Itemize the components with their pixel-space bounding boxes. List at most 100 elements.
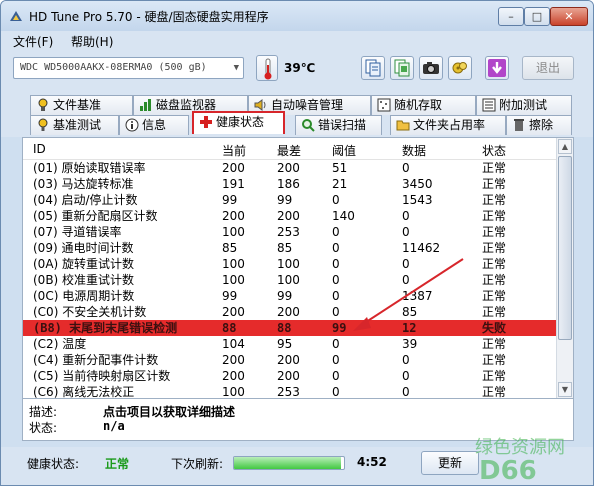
maximize-button[interactable]: □	[524, 7, 550, 26]
drive-select-value: WDC WD5000AAKX-08ERMA0 (500 gB)	[20, 62, 207, 73]
cell-data: 0	[402, 369, 410, 383]
scroll-thumb[interactable]	[558, 156, 572, 340]
col-header-id[interactable]: ID	[33, 142, 46, 156]
random-access-icon	[377, 98, 391, 112]
thermometer-icon	[256, 55, 278, 81]
table-row[interactable]: (07) 寻道错误率 100 253 0 0 正常	[23, 224, 556, 240]
table-row[interactable]: (09) 通电时间计数 85 85 0 11462 正常	[23, 240, 556, 256]
menu-file[interactable]: 文件(F)	[13, 33, 53, 50]
scroll-up-icon[interactable]: ▲	[558, 139, 572, 154]
cell-thr: 99	[332, 321, 347, 335]
tab-extra-tests[interactable]: 附加测试	[476, 95, 572, 115]
smart-table: ID 当前 最差 阈值 数据 状态 (01) 原始读取错误率 200 200 51 0 正…	[22, 137, 574, 399]
tab-label: 附加测试	[499, 98, 548, 112]
cell-thr: 0	[332, 353, 340, 367]
cell-id: (04) 启动/停止计数	[33, 193, 138, 207]
tab-error-scan[interactable]: 错误扫描	[295, 115, 382, 135]
drive-select[interactable]: WDC WD5000AAKX-08ERMA0 (500 gB) ▼	[13, 57, 244, 79]
table-body: (01) 原始读取错误率 200 200 51 0 正常 (03) 马达旋转标准 191 186…	[23, 160, 556, 400]
refresh-progress-fill	[234, 457, 341, 469]
table-row-failed[interactable]: (B8) 末尾到末尾错误检测 88 88 99 12 失败	[23, 320, 556, 336]
tab-info[interactable]: 信息	[119, 115, 189, 135]
window-title: HD Tune Pro 5.70 - 硬盘/固态硬盘实用程序	[29, 10, 269, 24]
cell-worst: 100	[277, 257, 300, 271]
tab-label: 健康状态	[216, 115, 265, 129]
cell-status: 正常	[482, 369, 507, 383]
options-button[interactable]	[448, 56, 472, 80]
screenshot-button[interactable]	[419, 56, 443, 80]
extra-tests-icon	[482, 98, 496, 112]
tab-random-access[interactable]: 随机存取	[371, 95, 476, 115]
col-header-worst[interactable]: 最差	[277, 142, 301, 159]
magnifier-icon	[302, 119, 315, 132]
cell-id: (0A) 旋转重试计数	[33, 257, 135, 271]
table-row[interactable]: (0B) 校准重试计数 100 100 0 0 正常	[23, 272, 556, 288]
copy-screen-button[interactable]	[390, 56, 414, 80]
tab-label: 文件夹占用率	[413, 118, 486, 132]
menu-bar: 文件(F) 帮助(H)	[1, 31, 593, 51]
cell-status: 正常	[482, 305, 507, 319]
close-button[interactable]: ✕	[550, 7, 588, 26]
cell-worst: 99	[277, 193, 293, 207]
save-button[interactable]	[485, 56, 509, 80]
cell-status: 正常	[482, 225, 507, 239]
cell-thr: 0	[332, 369, 340, 383]
table-row[interactable]: (C2) 温度 104 95 0 39 正常	[23, 336, 556, 352]
tab-folder-usage[interactable]: 文件夹占用率	[390, 115, 506, 135]
cell-status: 正常	[482, 209, 507, 223]
cell-data: 0	[402, 353, 410, 367]
minimize-button[interactable]: –	[498, 7, 524, 26]
scroll-down-icon[interactable]: ▼	[558, 382, 572, 397]
health-label: 健康状态:	[27, 457, 80, 471]
tab-benchmark[interactable]: 基准测试	[30, 115, 119, 135]
table-row[interactable]: (01) 原始读取错误率 200 200 51 0 正常	[23, 160, 556, 176]
col-header-threshold[interactable]: 阈值	[332, 142, 356, 159]
table-row[interactable]: (0A) 旋转重试计数 100 100 0 0 正常	[23, 256, 556, 272]
exit-button[interactable]: 退出	[522, 56, 574, 80]
title-bar: HD Tune Pro 5.70 - 硬盘/固态硬盘实用程序 – □ ✕	[1, 1, 593, 31]
tab-label: 基准测试	[53, 118, 102, 132]
cell-cur: 200	[222, 209, 245, 223]
cell-cur: 200	[222, 161, 245, 175]
cell-worst: 253	[277, 225, 300, 239]
download-icon	[488, 59, 506, 77]
tab-erase[interactable]: 擦除	[506, 115, 572, 135]
cell-status: 正常	[482, 257, 507, 271]
col-header-data[interactable]: 数据	[402, 142, 426, 159]
table-row[interactable]: (C4) 重新分配事件计数 200 200 0 0 正常	[23, 352, 556, 368]
refresh-progress	[233, 456, 345, 470]
camera-icon	[423, 62, 439, 74]
table-row[interactable]: (0C) 电源周期计数 99 99 0 1387 正常	[23, 288, 556, 304]
col-header-current[interactable]: 当前	[222, 142, 246, 159]
cell-status: 正常	[482, 161, 507, 175]
table-row[interactable]: (03) 马达旋转标准 191 186 21 3450 正常	[23, 176, 556, 192]
tab-file-benchmark[interactable]: 文件基准	[30, 95, 133, 115]
red-cross-icon	[200, 116, 212, 128]
copy-text-button[interactable]	[361, 56, 385, 80]
cell-id: (C4) 重新分配事件计数	[33, 353, 159, 367]
tab-strip: 文件基准 磁盘监视器 自动噪音管理 随机存取 附加测试 基准测试 信息 健康状态…	[1, 89, 593, 137]
table-row[interactable]: (C5) 当前待映射扇区计数 200 200 0 0 正常	[23, 368, 556, 384]
cell-worst: 99	[277, 289, 293, 303]
app-window: HD Tune Pro 5.70 - 硬盘/固态硬盘实用程序 – □ ✕ 文件(…	[0, 0, 594, 486]
cell-data: 0	[402, 257, 410, 271]
tab-health[interactable]: 健康状态	[192, 111, 285, 134]
cell-cur: 200	[222, 369, 245, 383]
table-row[interactable]: (C6) 离线无法校正 100 253 0 0 正常	[23, 384, 556, 400]
app-logo-icon	[10, 11, 22, 21]
chevron-down-icon[interactable]: ▼	[234, 58, 239, 78]
col-header-status[interactable]: 状态	[482, 142, 506, 159]
cell-thr: 0	[332, 257, 340, 271]
cell-worst: 200	[277, 209, 300, 223]
cell-worst: 200	[277, 353, 300, 367]
menu-help[interactable]: 帮助(H)	[71, 33, 113, 50]
table-row[interactable]: (C0) 不安全关机计数 200 200 0 85 正常	[23, 304, 556, 320]
table-row[interactable]: (05) 重新分配扇区计数 200 200 140 0 正常	[23, 208, 556, 224]
cell-worst: 95	[277, 337, 293, 351]
copy-text-icon	[365, 59, 381, 77]
vertical-scrollbar[interactable]: ▲ ▼	[556, 138, 573, 398]
cell-id: (09) 通电时间计数	[33, 241, 134, 255]
table-row[interactable]: (04) 启动/停止计数 99 99 0 1543 正常	[23, 192, 556, 208]
cell-id: (07) 寻道错误率	[33, 225, 122, 239]
cell-id: (0C) 电源周期计数	[33, 289, 135, 303]
